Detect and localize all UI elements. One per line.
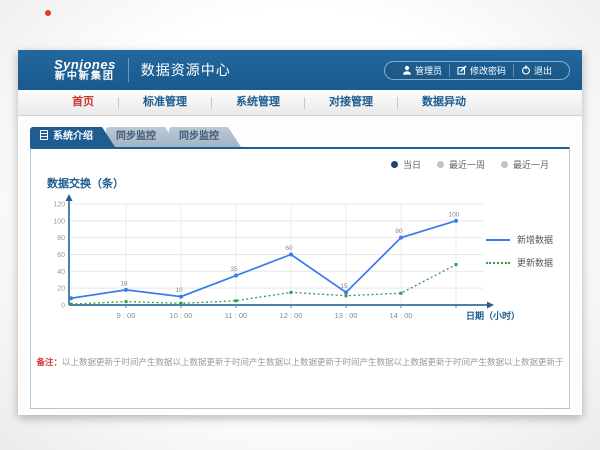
tab-label: 同步监控 bbox=[179, 131, 219, 142]
change-password-label: 修改密码 bbox=[470, 64, 506, 77]
legend-label: 新增数据 bbox=[517, 233, 553, 246]
change-password-button[interactable]: 修改密码 bbox=[449, 64, 513, 77]
exchange-line-chart: 0 20 40 60 80 100 120 9 : 00 10 : 00 11 : 00 12 : … bbox=[39, 191, 523, 332]
svg-text:10 : 00: 10 : 00 bbox=[170, 311, 193, 320]
nav-item-system-mgmt[interactable]: 系统管理 bbox=[212, 90, 304, 115]
svg-text:35: 35 bbox=[230, 266, 238, 273]
tab-label: 同步监控 bbox=[116, 131, 156, 142]
radio-dot-icon bbox=[501, 161, 508, 168]
svg-text:13 : 00: 13 : 00 bbox=[335, 311, 358, 320]
svg-text:日期（小时）: 日期（小时） bbox=[466, 310, 520, 321]
svg-text:80: 80 bbox=[57, 235, 65, 242]
chart-panel: 当日 最近一周 最近一月 数据交换（条） 0 20 40 60 80 100 120 9 : … bbox=[30, 147, 570, 409]
svg-text:12 : 00: 12 : 00 bbox=[280, 311, 303, 320]
legend-updated-data: 更新数据 bbox=[486, 256, 553, 269]
red-indicator-dot bbox=[45, 10, 51, 16]
svg-text:40: 40 bbox=[57, 269, 65, 276]
logout-label: 退出 bbox=[534, 64, 552, 77]
nav-item-standard-mgmt[interactable]: 标准管理 bbox=[119, 90, 211, 115]
tab-bar: 系统介绍 同步监控 同步监控 bbox=[30, 127, 570, 147]
app-window: Synjones 新中新集团 数据资源中心 管理员 修改密码 退出 bbox=[18, 50, 582, 415]
page-title: 数据资源中心 bbox=[141, 60, 231, 80]
radio-today[interactable]: 当日 bbox=[391, 158, 421, 171]
solid-line-swatch-icon bbox=[486, 239, 510, 241]
svg-text:60: 60 bbox=[57, 252, 65, 259]
page-background: Synjones 新中新集团 数据资源中心 管理员 修改密码 退出 bbox=[0, 0, 600, 450]
user-menu-label: 管理员 bbox=[415, 64, 442, 77]
document-icon bbox=[40, 130, 48, 140]
period-filter-group: 当日 最近一周 最近一月 bbox=[391, 158, 549, 171]
y-axis-title: 数据交换（条） bbox=[47, 175, 124, 191]
svg-text:15: 15 bbox=[340, 283, 348, 290]
logo-wordmark: Synjones bbox=[54, 58, 116, 72]
svg-text:120: 120 bbox=[53, 202, 65, 209]
chart-legend: 新增数据 更新数据 bbox=[486, 233, 553, 269]
app-header: Synjones 新中新集团 数据资源中心 管理员 修改密码 退出 bbox=[18, 50, 582, 90]
nav-item-data-change[interactable]: 数据异动 bbox=[398, 90, 490, 115]
radio-dot-icon bbox=[437, 161, 444, 168]
company-logo: Synjones 新中新集团 bbox=[54, 58, 116, 82]
svg-text:20: 20 bbox=[57, 286, 65, 293]
nav-item-interface-mgmt[interactable]: 对接管理 bbox=[305, 90, 397, 115]
tab-sync-monitor-2[interactable]: 同步监控 bbox=[169, 127, 241, 147]
user-toolbar: 管理员 修改密码 退出 bbox=[384, 61, 570, 80]
tab-label: 系统介绍 bbox=[53, 131, 93, 142]
legend-new-data: 新增数据 bbox=[486, 233, 553, 246]
radio-last-month[interactable]: 最近一月 bbox=[501, 158, 549, 171]
svg-text:10: 10 bbox=[175, 287, 183, 294]
svg-text:11 : 00: 11 : 00 bbox=[225, 311, 247, 320]
main-nav: 首页 标准管理 系统管理 对接管理 数据异动 bbox=[18, 90, 582, 116]
svg-text:14 : 00: 14 : 00 bbox=[390, 311, 413, 320]
radio-label: 最近一周 bbox=[449, 158, 485, 171]
nav-item-home[interactable]: 首页 bbox=[48, 90, 118, 115]
tab-system-intro[interactable]: 系统介绍 bbox=[30, 127, 115, 147]
footer-note: 备注：以上数据更新于时间产生数据以上数据更新于时间产生数据以上数据更新于时间产生… bbox=[31, 356, 569, 368]
header-divider bbox=[128, 58, 129, 82]
svg-text:9 : 00: 9 : 00 bbox=[117, 311, 136, 320]
user-icon bbox=[402, 65, 412, 75]
radio-label: 当日 bbox=[403, 158, 421, 171]
logout-button[interactable]: 退出 bbox=[513, 64, 559, 77]
legend-label: 更新数据 bbox=[517, 256, 553, 269]
dotted-line-swatch-icon bbox=[486, 262, 510, 264]
content-area: 系统介绍 同步监控 同步监控 当日 最 bbox=[18, 116, 582, 409]
radio-dot-icon bbox=[391, 161, 398, 168]
radio-label: 最近一月 bbox=[513, 158, 549, 171]
tab-sync-monitor-1[interactable]: 同步监控 bbox=[106, 127, 178, 147]
svg-text:80: 80 bbox=[395, 228, 403, 235]
edit-icon bbox=[457, 65, 467, 75]
svg-text:100: 100 bbox=[449, 211, 460, 218]
svg-text:18: 18 bbox=[120, 280, 128, 287]
user-menu-button[interactable]: 管理员 bbox=[395, 64, 449, 77]
power-icon bbox=[521, 65, 531, 75]
note-prefix: 备注： bbox=[36, 357, 62, 367]
radio-last-week[interactable]: 最近一周 bbox=[437, 158, 485, 171]
logo-company-name: 新中新集团 bbox=[54, 72, 116, 83]
svg-text:0: 0 bbox=[61, 303, 65, 310]
note-text: 以上数据更新于时间产生数据以上数据更新于时间产生数据以上数据更新于时间产生数据以… bbox=[62, 357, 564, 367]
svg-text:60: 60 bbox=[285, 245, 293, 252]
svg-text:100: 100 bbox=[53, 218, 65, 225]
